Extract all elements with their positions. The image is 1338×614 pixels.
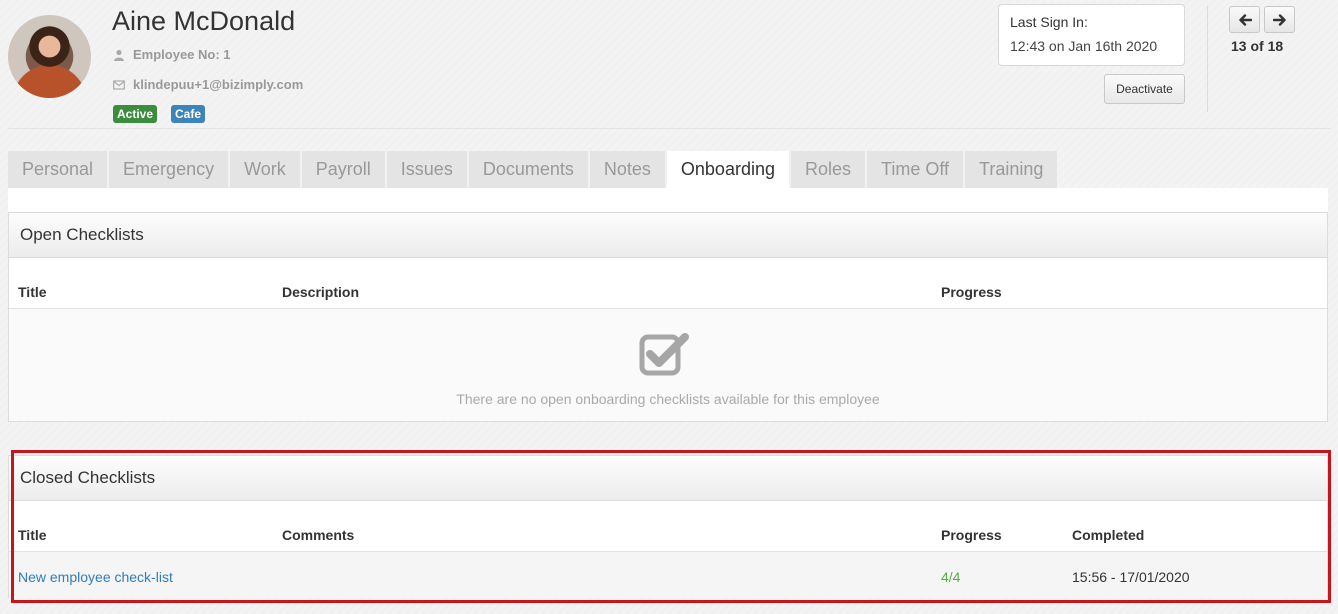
- deactivate-button[interactable]: Deactivate: [1104, 74, 1185, 104]
- checklist-title-link[interactable]: New employee check-list: [18, 569, 173, 585]
- column-description: Description: [282, 284, 360, 300]
- arrow-left-icon: [1238, 13, 1252, 26]
- tab-work[interactable]: Work: [230, 151, 300, 188]
- header-separator: [8, 128, 1330, 129]
- envelope-icon: [113, 79, 125, 90]
- tab-documents[interactable]: Documents: [468, 151, 588, 188]
- tab-training[interactable]: Training: [965, 151, 1058, 188]
- column-progress: Progress: [941, 527, 1002, 543]
- employee-email: klindepuu+1@bizimply.com: [133, 77, 304, 92]
- location-badge: Cafe: [171, 105, 206, 123]
- user-icon: [114, 49, 124, 61]
- column-comments: Comments: [282, 527, 355, 543]
- closed-checklists-title: Closed Checklists: [9, 456, 1327, 501]
- tab-time-off[interactable]: Time Off: [867, 151, 964, 188]
- employee-avatar: [8, 15, 91, 98]
- open-checklists-table-header: Title Description Progress: [9, 258, 1327, 309]
- column-completed: Completed: [1072, 527, 1145, 543]
- open-checklists-title: Open Checklists: [9, 213, 1327, 258]
- column-title: Title: [18, 527, 47, 543]
- arrow-right-icon: [1272, 13, 1286, 26]
- employee-pager: 13 of 18: [1231, 38, 1284, 54]
- profile-tabs: Personal Emergency Work Payroll Issues D…: [8, 151, 1059, 188]
- employee-number: Employee No: 1: [133, 47, 231, 62]
- checklist-progress: 4/4: [941, 569, 961, 585]
- open-checklists-panel: Open Checklists Title Description Progre…: [8, 212, 1328, 422]
- status-badge: Active: [113, 105, 158, 123]
- tab-content-top: [8, 188, 1328, 212]
- checklist-completed-date: 15:56 - 17/01/2020: [1072, 569, 1190, 585]
- tab-roles[interactable]: Roles: [790, 151, 866, 188]
- closed-checklists-panel: Closed Checklists Title Comments Progres…: [8, 455, 1328, 598]
- last-sign-in-label: Last Sign In:: [1010, 14, 1088, 30]
- table-row: New employee check-list 4/4 15:56 - 17/0…: [9, 552, 1327, 598]
- tab-issues[interactable]: Issues: [386, 151, 467, 188]
- last-sign-in-box: Last Sign In: 12:43 on Jan 16th 2020: [998, 4, 1185, 66]
- employee-number-row: Employee No: 1: [113, 47, 231, 62]
- column-title: Title: [18, 284, 47, 300]
- checkbox-checked-icon: [639, 333, 689, 376]
- previous-employee-button[interactable]: [1229, 6, 1260, 33]
- next-employee-button[interactable]: [1264, 6, 1295, 33]
- employee-email-row: klindepuu+1@bizimply.com: [113, 77, 303, 92]
- empty-state-text: There are no open onboarding checklists …: [456, 391, 880, 407]
- tab-onboarding[interactable]: Onboarding: [666, 151, 789, 188]
- tab-payroll[interactable]: Payroll: [301, 151, 385, 188]
- tab-personal[interactable]: Personal: [8, 151, 108, 188]
- employee-header: Aine McDonald Employee No: 1 klindepuu+1…: [0, 0, 1338, 130]
- employee-name: Aine McDonald: [112, 6, 296, 36]
- open-checklists-empty-state: There are no open onboarding checklists …: [9, 309, 1327, 421]
- tab-emergency[interactable]: Emergency: [109, 151, 229, 188]
- closed-checklists-table-header: Title Comments Progress Completed: [9, 501, 1327, 552]
- header-divider: [1207, 6, 1208, 112]
- column-progress: Progress: [941, 284, 1002, 300]
- tab-notes[interactable]: Notes: [589, 151, 665, 188]
- last-sign-in-value: 12:43 on Jan 16th 2020: [1010, 38, 1158, 54]
